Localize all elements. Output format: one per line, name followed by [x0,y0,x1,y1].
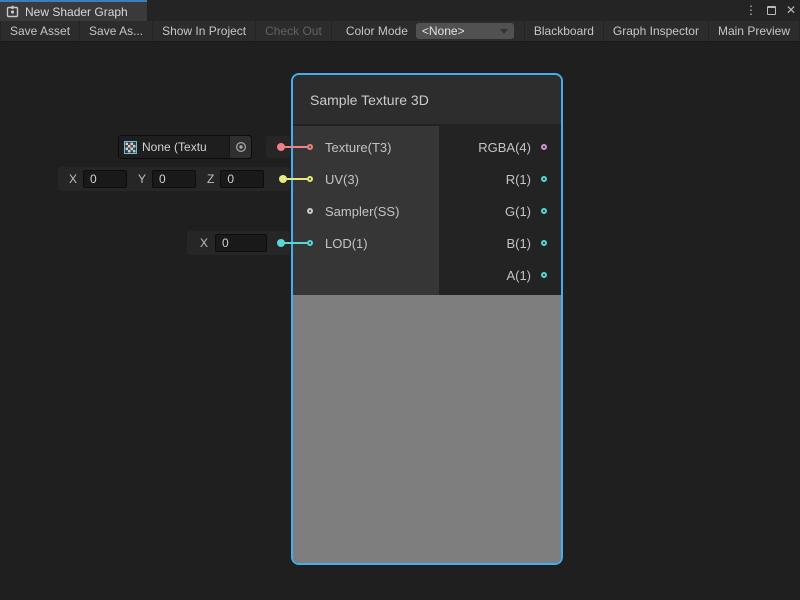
r-port-label: R(1) [506,172,531,187]
blackboard-button[interactable]: Blackboard [524,21,604,41]
uv-vector3-field: X 0 Y 0 Z 0 [58,167,290,191]
g-output-port[interactable] [541,208,547,214]
lod-x-label: X [200,236,208,250]
texture-object-field[interactable]: None (Textu [118,135,252,159]
uv-z-input[interactable]: 0 [220,170,264,188]
port-row-b: B(1) [439,227,561,259]
port-row-texture: Texture(T3) [293,131,439,163]
uv-x-input[interactable]: 0 [83,170,127,188]
more-options-icon[interactable]: ⋮ [745,0,757,21]
node-title: Sample Texture 3D [310,92,429,108]
port-row-rgba: RGBA(4) [439,131,561,163]
main-preview-button[interactable]: Main Preview [709,21,800,41]
uv-y-input[interactable]: 0 [152,170,196,188]
object-picker-button[interactable] [229,136,251,158]
lod-x-input[interactable]: 0 [215,234,267,252]
color-mode-label: Color Mode [346,24,408,38]
toolbar: Save Asset Save As... Show In Project Ch… [0,21,800,42]
b-port-label: B(1) [506,236,531,251]
color-mode-group: Color Mode <None> [346,21,524,41]
close-icon[interactable]: ✕ [786,0,796,21]
rgba-port-label: RGBA(4) [478,140,531,155]
color-mode-dropdown[interactable]: <None> [416,23,514,39]
uv-x-label: X [69,172,77,186]
object-picker-icon [235,141,247,153]
input-ports-column: Texture(T3) UV(3) Sampler(SS) LOD(1) [293,126,439,295]
graph-inspector-button[interactable]: Graph Inspector [604,21,709,41]
port-row-g: G(1) [439,195,561,227]
texture-wire-dot[interactable] [277,143,285,151]
b-output-port[interactable] [541,240,547,246]
save-as-button[interactable]: Save As... [80,21,153,41]
lod-float-field: X 0 [187,231,290,255]
tab-new-shader-graph[interactable]: New Shader Graph [0,0,147,21]
lod-port-label: LOD(1) [325,236,368,251]
port-row-a: A(1) [439,259,561,291]
color-mode-value: <None> [422,24,465,38]
rgba-output-port[interactable] [541,144,547,150]
g-port-label: G(1) [505,204,531,219]
port-row-r: R(1) [439,163,561,195]
uv-port-label: UV(3) [325,172,359,187]
node-ports: Texture(T3) UV(3) Sampler(SS) LOD(1) [293,126,561,295]
a-port-label: A(1) [506,268,531,283]
texture-wire[interactable] [281,146,308,148]
uv-y-label: Y [138,172,146,186]
port-row-lod: LOD(1) [293,227,439,259]
lod-wire-dot[interactable] [277,239,285,247]
sampler-input-port[interactable] [307,208,313,214]
port-row-uv: UV(3) [293,163,439,195]
output-ports-column: RGBA(4) R(1) G(1) B(1) [439,126,561,295]
window-controls: ⋮ ✕ [745,0,796,21]
texture-port-label: Texture(T3) [325,140,391,155]
check-out-button: Check Out [256,21,332,41]
tab-title: New Shader Graph [25,5,128,19]
lod-wire[interactable] [281,242,308,244]
shader-graph-asset-icon [6,5,19,18]
save-asset-button[interactable]: Save Asset [0,21,80,41]
chevron-down-icon [500,29,508,34]
port-row-sampler: Sampler(SS) [293,195,439,227]
maximize-icon[interactable] [767,6,776,15]
texture-field-value: None (Textu [142,140,229,154]
uv-z-label: Z [207,172,214,186]
texture-checker-icon [124,141,137,154]
sampler-port-label: Sampler(SS) [325,204,399,219]
a-output-port[interactable] [541,272,547,278]
shader-graph-window: New Shader Graph ⋮ ✕ Save Asset Save As.… [0,0,800,600]
r-output-port[interactable] [541,176,547,182]
show-in-project-button[interactable]: Show In Project [153,21,256,41]
node-sample-texture-3d[interactable]: Sample Texture 3D Texture(T3) UV(3) Samp… [291,73,563,565]
node-preview [293,295,561,563]
graph-canvas[interactable]: None (Textu X 0 Y 0 Z 0 X 0 Sample Textu [0,42,800,600]
node-header[interactable]: Sample Texture 3D [293,75,561,126]
uv-wire-dot[interactable] [279,175,287,183]
titlebar: New Shader Graph ⋮ ✕ [0,0,800,21]
